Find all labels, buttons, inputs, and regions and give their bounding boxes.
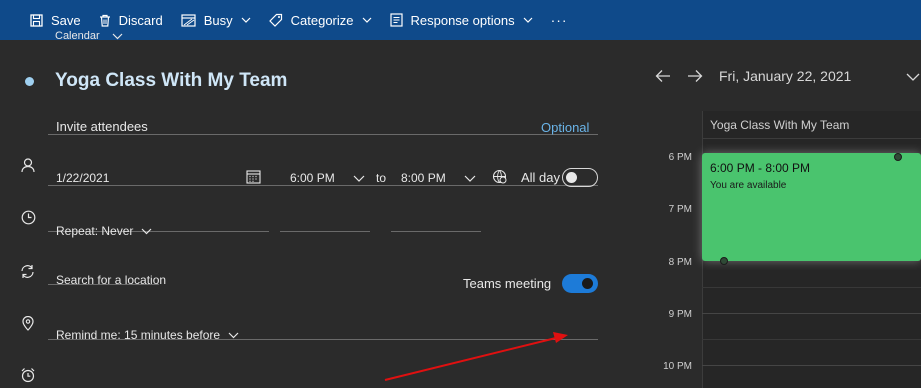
hour-label: 7 PM <box>668 204 692 215</box>
optional-attendees-link[interactable]: Optional <box>541 120 589 135</box>
calendar-selector[interactable]: Calendar <box>55 30 123 42</box>
to-label: to <box>376 171 387 185</box>
chevron-down-icon <box>112 33 123 39</box>
trash-icon <box>99 14 110 27</box>
more-options-button[interactable]: ··· <box>551 0 568 40</box>
end-time-dropdown[interactable]: 8:00 PM <box>401 171 446 185</box>
hour-line <box>702 365 921 366</box>
hour-label: 6 PM <box>668 152 692 163</box>
all-day-label: All day <box>521 170 561 185</box>
chevron-down-icon <box>228 332 239 338</box>
response-options-icon <box>389 13 403 27</box>
attendees-underline <box>48 185 598 186</box>
person-icon <box>21 158 35 173</box>
hour-label: 10 PM <box>663 361 692 372</box>
hour-label: 9 PM <box>668 309 692 320</box>
teams-meeting-toggle[interactable] <box>562 274 598 293</box>
event-column-header: Yoga Class With My Team <box>710 118 850 132</box>
toggle-knob <box>582 278 593 289</box>
date-navigation: Fri, January 22, 2021 <box>655 68 851 84</box>
arrow-left-icon[interactable] <box>655 69 671 83</box>
resize-handle-bottom[interactable] <box>720 257 728 265</box>
calendar-picker-icon[interactable] <box>246 169 261 184</box>
repeat-label: Repeat: Never <box>56 224 134 238</box>
all-day-toggle[interactable] <box>562 168 598 187</box>
chevron-down-icon <box>523 17 533 23</box>
event-block[interactable]: 6:00 PM - 8:00 PM You are available <box>702 153 921 261</box>
chevron-down-icon <box>353 175 365 182</box>
tag-icon <box>268 13 282 27</box>
toggle-knob <box>566 172 577 183</box>
chevron-down-icon <box>241 17 251 23</box>
start-time-underline <box>280 231 370 232</box>
chevron-down-icon[interactable] <box>906 73 920 81</box>
calendar-label: Calendar <box>55 30 100 42</box>
categorize-dropdown[interactable]: Categorize <box>268 0 372 40</box>
busy-icon <box>181 13 196 27</box>
busy-label: Busy <box>203 12 233 28</box>
title-underline <box>48 134 598 135</box>
repeat-dropdown[interactable]: Repeat: Never <box>56 224 152 238</box>
categorize-label: Categorize <box>290 12 354 28</box>
chevron-down-icon <box>141 228 152 234</box>
time-zone-icon[interactable] <box>492 169 507 184</box>
response-options-label: Response options <box>410 12 515 28</box>
hour-line <box>702 313 921 314</box>
end-time-underline <box>391 231 481 232</box>
discard-label: Discard <box>118 12 163 28</box>
header-divider <box>702 138 921 139</box>
save-label: Save <box>51 12 81 28</box>
reminder-dropdown[interactable]: Remind me: 15 minutes before <box>56 328 239 342</box>
availability-text: You are available <box>710 180 787 191</box>
event-time: 6:00 PM - 8:00 PM <box>710 161 811 175</box>
current-date: Fri, January 22, 2021 <box>719 68 852 84</box>
response-options-dropdown[interactable]: Response options <box>389 0 533 40</box>
half-hour-line <box>702 287 921 288</box>
half-hour-line <box>702 339 921 340</box>
save-icon <box>30 13 43 27</box>
arrow-right-icon[interactable] <box>687 69 703 83</box>
chevron-down-icon <box>362 17 371 23</box>
location-pin-icon <box>22 316 34 331</box>
calendar-color-dot <box>25 77 34 86</box>
show-as-dropdown[interactable]: Busy <box>181 0 251 40</box>
clock-icon <box>21 210 36 225</box>
resize-handle-top[interactable] <box>894 153 902 161</box>
chevron-down-icon <box>464 175 476 182</box>
start-time-dropdown[interactable]: 6:00 PM <box>290 171 335 185</box>
start-date-input[interactable]: 1/22/2021 <box>56 171 109 185</box>
location-input[interactable]: Search for a location <box>56 273 166 287</box>
hour-label: 8 PM <box>668 257 692 268</box>
invite-attendees-input[interactable]: Invite attendees <box>56 119 148 134</box>
teams-meeting-label: Teams meeting <box>463 276 552 291</box>
reminder-label: Remind me: 15 minutes before <box>56 328 221 342</box>
event-title-input[interactable]: Yoga Class With My Team <box>55 70 287 92</box>
repeat-icon <box>21 265 34 278</box>
alarm-clock-icon <box>21 368 35 383</box>
command-bar: Save Discard Busy Categorize Response op… <box>0 0 921 40</box>
